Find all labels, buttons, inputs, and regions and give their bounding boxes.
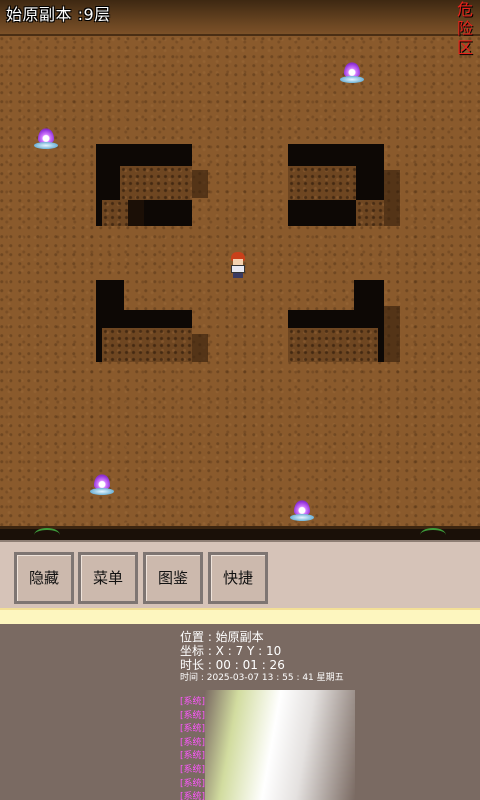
grass-tuft xyxy=(420,528,446,540)
purple-wisp-monster[interactable] xyxy=(340,62,364,84)
grass-tuft xyxy=(34,528,60,540)
log-line: [系统] xyxy=(180,710,206,721)
shortcut-button[interactable]: 快捷 xyxy=(208,552,268,604)
pit-top-left xyxy=(96,144,208,226)
game-map[interactable]: 始原副本 :9层 危险区 xyxy=(0,0,480,540)
status-panel: 位置 : 始原副本 坐标 : X : 7 Y : 10 时长 : 00 : 01… xyxy=(0,624,480,800)
clock-text: 时间 : 2025-03-07 13 : 55 : 41 星期五 xyxy=(180,673,344,683)
pit-top-right xyxy=(288,144,400,226)
log-line: [系统] xyxy=(180,724,206,735)
watermark-glow xyxy=(205,690,355,800)
log-line: [系统] xyxy=(180,764,206,775)
danger-zone-label: 危险区 xyxy=(456,0,473,57)
duration-text: 时长 : 00 : 01 : 26 xyxy=(180,658,285,672)
log-line: [系统] xyxy=(180,792,206,800)
purple-wisp-monster[interactable] xyxy=(90,474,114,496)
location-text: 位置 : 始原副本 xyxy=(180,630,264,644)
log-line: [系统] xyxy=(180,737,206,748)
bottom-wall xyxy=(0,526,480,540)
pit-bottom-left xyxy=(96,280,208,362)
log-line: [系统] xyxy=(180,778,206,789)
player-character[interactable] xyxy=(228,252,248,278)
purple-wisp-monster[interactable] xyxy=(290,500,314,522)
coordinates-text: 坐标 : X : 7 Y : 10 xyxy=(180,644,282,658)
map-title: 始原副本 :9层 xyxy=(6,5,111,24)
hide-button[interactable]: 隐藏 xyxy=(14,552,74,604)
control-panel: 隐藏 菜单 图鉴 快捷 xyxy=(0,540,480,610)
log-line: [系统] xyxy=(180,751,206,762)
system-log[interactable]: [系统] [系统] [系统] [系统] [系统] [系统] [系统] [系统] xyxy=(180,696,205,800)
pit-bottom-right xyxy=(288,280,400,362)
menu-button[interactable]: 菜单 xyxy=(78,552,138,604)
log-line: [系统] xyxy=(180,697,206,707)
codex-button[interactable]: 图鉴 xyxy=(143,552,203,604)
purple-wisp-monster[interactable] xyxy=(34,128,58,150)
status-block: 位置 : 始原副本 坐标 : X : 7 Y : 10 时长 : 00 : 01… xyxy=(180,630,344,685)
